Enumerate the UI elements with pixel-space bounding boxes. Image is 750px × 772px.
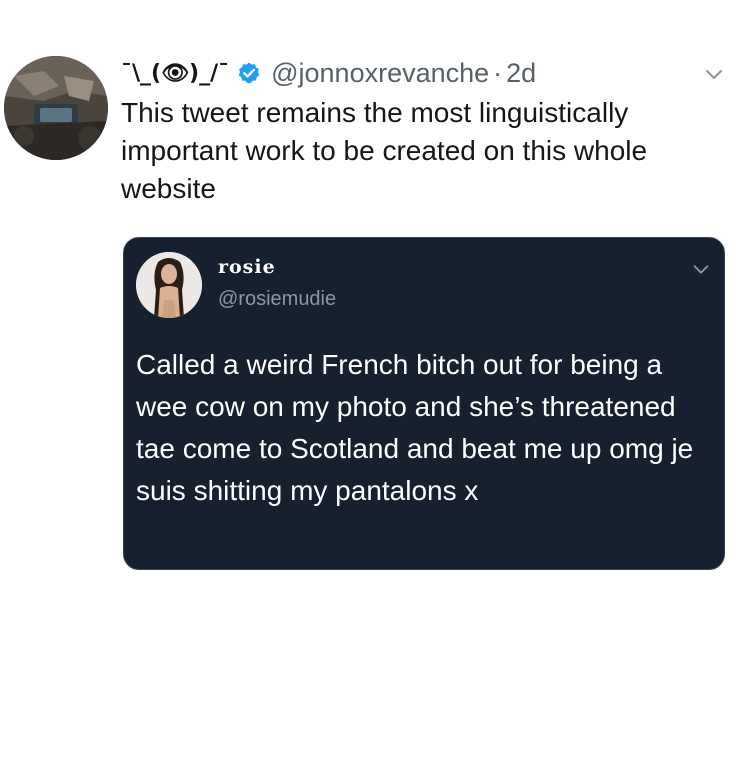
quoted-tweet-card[interactable]: rosie @rosiemudie Called a weird French … [123, 237, 725, 570]
header-separator: · [493, 57, 503, 88]
quoted-author-handle[interactable]: @rosiemudie [218, 288, 336, 311]
author-avatar[interactable] [4, 56, 108, 160]
tweet-body: This tweet remains the most linguistical… [121, 97, 648, 204]
author-handle[interactable]: @jonnoxrevanche [271, 58, 489, 89]
tweet-header: ¯\_(👁)_/¯ @jonnoxrevanche · 2d [121, 56, 536, 90]
verified-badge-icon [237, 61, 261, 85]
chevron-down-icon[interactable] [690, 258, 712, 280]
quoted-author-avatar[interactable] [136, 252, 202, 318]
author-display-name[interactable]: ¯\_(👁)_/¯ [121, 61, 229, 86]
screenshot: ¯\_(👁)_/¯ @jonnoxrevanche · 2d This twee… [0, 0, 750, 772]
tweet-timestamp[interactable]: 2d [506, 58, 536, 89]
quoted-tweet-body: Called a weird French bitch out for bein… [136, 349, 694, 506]
quoted-author-display-name[interactable]: rosie [218, 256, 276, 278]
chevron-down-icon[interactable] [702, 62, 726, 86]
